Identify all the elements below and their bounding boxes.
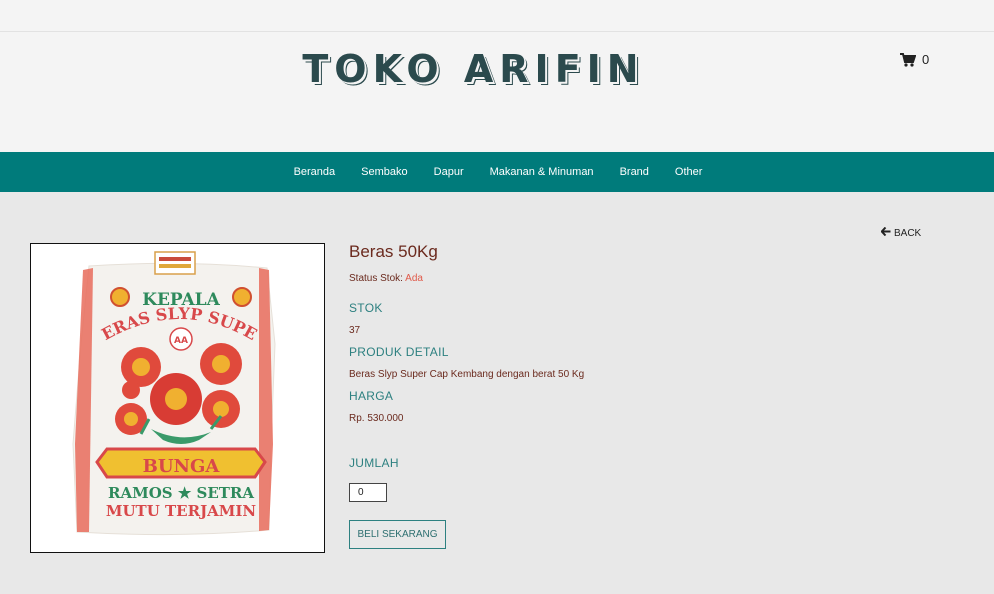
top-bar <box>0 0 994 32</box>
price-label: HARGA <box>349 389 394 403</box>
main-nav: Beranda Sembako Dapur Makanan & Minuman … <box>0 152 994 192</box>
product-detail-label: PRODUK DETAIL <box>349 345 449 359</box>
stock-value: 37 <box>349 325 361 336</box>
nav-item-sembako[interactable]: Sembako <box>361 166 407 178</box>
product-title: Beras 50Kg <box>349 242 438 261</box>
quantity-label: JUMLAH <box>349 456 399 470</box>
product-image: KEPALA BERAS SLYP SUPER AA BUNGA RAMOS ★… <box>24 229 325 553</box>
stock-status-value: Ada <box>405 273 423 284</box>
rice-bag-illustration: KEPALA BERAS SLYP SUPER AA BUNGA RAMOS ★… <box>24 229 276 536</box>
stock-status-label: Status Stok: <box>349 273 403 284</box>
nav-item-other[interactable]: Other <box>675 166 703 178</box>
buy-now-button[interactable]: BELI SEKARANG <box>349 520 446 549</box>
price-value: Rp. 530.000 <box>349 413 404 424</box>
cart-count: 0 <box>922 52 930 67</box>
nav-item-makanan-minuman[interactable]: Makanan & Minuman <box>490 166 594 178</box>
bag-text-mutu: MUTU TERJAMIN <box>106 502 257 520</box>
nav-item-dapur[interactable]: Dapur <box>434 166 464 178</box>
nav-item-beranda[interactable]: Beranda <box>294 166 336 178</box>
bag-text-bunga: BUNGA <box>143 456 221 477</box>
stock-status: Status Stok: Ada <box>349 273 423 284</box>
bag-text-ramos: RAMOS ★ SETRA <box>108 484 254 502</box>
back-link[interactable]: BACK <box>880 226 922 239</box>
nav-item-brand[interactable]: Brand <box>620 166 649 178</box>
cart-button[interactable]: 0 <box>900 52 929 67</box>
product-detail-value: Beras Slyp Super Cap Kembang dengan bera… <box>349 369 585 380</box>
stock-label: STOK <box>349 301 383 315</box>
cart-icon <box>900 52 916 67</box>
site-logo[interactable]: TOKO ARIFIN <box>0 47 947 91</box>
back-label: BACK <box>894 227 922 239</box>
quantity-input[interactable] <box>349 483 387 502</box>
bag-badge: AA <box>174 336 188 346</box>
arrow-left-icon <box>880 226 891 239</box>
